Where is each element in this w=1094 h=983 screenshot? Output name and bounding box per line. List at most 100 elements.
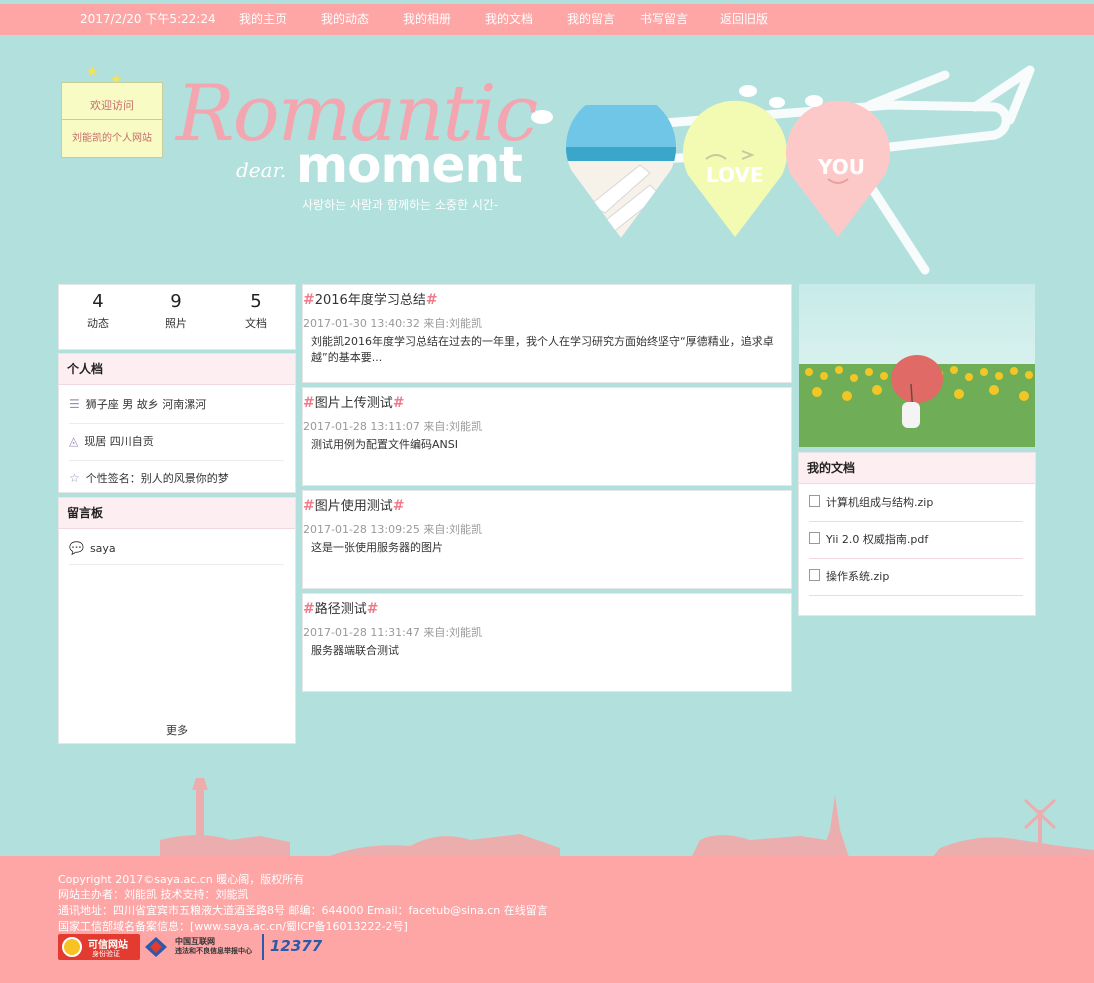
badge-divider [262, 934, 264, 960]
cloud-icon [769, 97, 785, 108]
hash-icon: # [392, 395, 405, 411]
report-center-line2: 违法和不良信息举报中心 [175, 947, 252, 955]
stat-activity-count: 4 [92, 291, 104, 312]
post-excerpt: 服务器端联合测试 [311, 644, 399, 657]
hash-icon: # [303, 601, 315, 617]
guestbook-entry[interactable]: 💬 saya [69, 532, 284, 565]
nav-item-album[interactable]: 我的相册 [403, 4, 451, 35]
document-item[interactable]: 计算机组成与结构.zip [809, 485, 1023, 522]
cloud-icon [805, 95, 823, 107]
post-title-text: 2016年度学习总结 [314, 293, 426, 308]
page-footer: Copyright 2017©saya.ac.cn 暖心阁，版权所有 网站主办者… [0, 856, 1094, 983]
post-excerpt: 这是一张使用服务器的图片 [311, 541, 443, 554]
report-center-badge[interactable]: 中国互联网 违法和不良信息举报中心 [145, 934, 257, 960]
document-item[interactable]: 操作系统.zip [809, 559, 1023, 596]
city-skyline-silhouette [160, 778, 1094, 860]
file-icon [809, 495, 820, 507]
nav-item-documents[interactable]: 我的文档 [485, 4, 533, 35]
documents-panel: 我的文档 计算机组成与结构.zip Yii 2.0 权威指南.pdf 操作系统.… [798, 452, 1036, 616]
file-icon [809, 532, 820, 544]
post-title-text: 图片使用测试 [314, 499, 393, 514]
nav-item-home[interactable]: 我的主页 [239, 4, 287, 35]
stat-documents[interactable]: 5 文档 [221, 291, 291, 331]
footer-copyright: Copyright 2017©saya.ac.cn 暖心阁，版权所有 [58, 873, 305, 886]
profile-basic-text: 狮子座 男 故乡 河南漯河 [85, 398, 207, 411]
hash-icon: # [303, 292, 315, 308]
post-meta: 2017-01-28 11:31:47 来自:刘能凯 [303, 626, 483, 639]
location-icon: ◬ [69, 434, 79, 448]
post-excerpt: 刘能凯2016年度学习总结在过去的一年里，我个人在学习研究方面始终坚守“厚德精业… [311, 335, 774, 364]
balloon-you-text: YOU [818, 155, 866, 179]
post-excerpt: 测试用例为配置文件编码ANSI [311, 438, 458, 451]
post-title-text: 路径测试 [314, 602, 367, 617]
nav-item-messages[interactable]: 我的留言 [567, 4, 615, 35]
file-icon [809, 569, 820, 581]
nav-clock: 2017/2/20 下午5:22:24 [80, 12, 216, 26]
post-card: #图片使用测试# 2017-01-28 13:09:25 来自:刘能凯 这是一张… [302, 490, 792, 589]
report-12377-badge[interactable]: 12377 [262, 934, 322, 960]
hash-icon: # [392, 498, 405, 514]
hash-icon: # [366, 601, 379, 617]
footer-address[interactable]: 通讯地址：四川省宜宾市五粮液大道酒圣路8号 邮编：644000 Email：fa… [58, 902, 548, 918]
logo-dear: dear. [236, 158, 287, 182]
stat-documents-count: 5 [250, 291, 262, 312]
profile-panel: 个人档 ☰ 狮子座 男 故乡 河南漯河 ◬ 现居 四川自贡 ☆ 个性签名：别人的风景你… [58, 353, 296, 493]
nav-item-activity[interactable]: 我的动态 [321, 4, 369, 35]
welcome-sticky-note: 欢迎访问 刘能凯的个人网站 [61, 82, 163, 158]
nav-item-write-message[interactable]: 书写留言 [640, 4, 688, 35]
post-card: #路径测试# 2017-01-28 11:31:47 来自:刘能凯 服务器端联合… [302, 593, 792, 692]
profile-header: 个人档 [59, 354, 295, 385]
trusted-site-badge[interactable]: 可信网站 身份验证 [58, 934, 140, 960]
stat-activity-label: 动态 [87, 317, 109, 330]
airplane-illustration [566, 65, 1035, 275]
footer-icp[interactable]: 国家工信部域名备案信息：[www.saya.ac.cn/蜀ICP备1601322… [58, 918, 408, 934]
document-name: Yii 2.0 权威指南.pdf [826, 533, 929, 546]
document-item[interactable]: Yii 2.0 权威指南.pdf [809, 522, 1023, 559]
guestbook-entry-text: saya [89, 542, 116, 555]
sunflower-field-photo [799, 284, 1035, 447]
profile-item-basic: ☰ 狮子座 男 故乡 河南漯河 [69, 386, 284, 424]
cloud-icon [739, 85, 757, 97]
stats-panel: 4 动态 9 照片 5 文档 [58, 284, 296, 350]
sticky-line-welcome: 欢迎访问 [90, 99, 134, 112]
stat-photos-label: 照片 [165, 317, 187, 330]
post-meta: 2017-01-30 13:40:32 来自:刘能凯 [303, 317, 483, 330]
footer-host: 网站主办者：刘能凯 技术支持：刘能凯 [58, 888, 249, 901]
logo-moment: moment [296, 136, 523, 194]
guestbook-header: 留言板 [59, 498, 295, 529]
post-title-text: 图片上传测试 [314, 396, 393, 411]
profile-item-location: ◬ 现居 四川自贡 [69, 423, 284, 461]
top-nav-bar: 2017/2/20 下午5:22:24 我的主页 我的动态 我的相册 我的文档 … [0, 4, 1094, 35]
post-meta: 2017-01-28 13:11:07 来自:刘能凯 [303, 420, 483, 433]
profile-item-signature: ☆ 个性签名：别人的风景你的梦 [69, 460, 284, 497]
stat-photos-count: 9 [170, 291, 182, 312]
profile-signature-text: 个性签名：别人的风景你的梦 [85, 472, 229, 485]
hash-icon: # [425, 292, 438, 308]
header-banner: LOVE YOU [0, 35, 1094, 285]
post-title-link[interactable]: #图片上传测试# [303, 392, 404, 411]
star-icon: ★ [86, 64, 99, 80]
post-card: #图片上传测试# 2017-01-28 13:11:07 来自:刘能凯 测试用例… [302, 387, 792, 486]
document-name: 计算机组成与结构.zip [826, 496, 934, 509]
nav-item-old-version[interactable]: 返回旧版 [720, 4, 768, 35]
post-title-link[interactable]: #图片使用测试# [303, 495, 404, 514]
documents-header: 我的文档 [799, 453, 1035, 484]
guestbook-panel: 留言板 💬 saya 更多 [58, 497, 296, 744]
report-center-icon [145, 937, 167, 957]
stat-activity[interactable]: 4 动态 [63, 291, 133, 331]
stat-photos[interactable]: 9 照片 [141, 291, 211, 331]
balloon-love-text: LOVE [706, 163, 764, 187]
report-12377-text: 12377 [270, 937, 323, 955]
sticky-line-site-name: 刘能凯的个人网站 [72, 133, 152, 144]
post-title-link[interactable]: #路径测试# [303, 598, 378, 617]
hash-icon: # [303, 395, 315, 411]
guestbook-more-link[interactable]: 更多 [59, 722, 295, 738]
hash-icon: # [303, 498, 315, 514]
chat-bubble-icon: 💬 [69, 541, 84, 555]
sticky-divider [62, 119, 162, 120]
post-title-link[interactable]: #2016年度学习总结# [303, 289, 438, 308]
post-card: #2016年度学习总结# 2017-01-30 13:40:32 来自:刘能凯 … [302, 284, 792, 383]
logo-subtitle: 사랑하는 사람과 함께하는 소중한 시간- [302, 198, 499, 212]
document-name: 操作系统.zip [826, 570, 890, 583]
trusted-site-icon [62, 937, 82, 957]
